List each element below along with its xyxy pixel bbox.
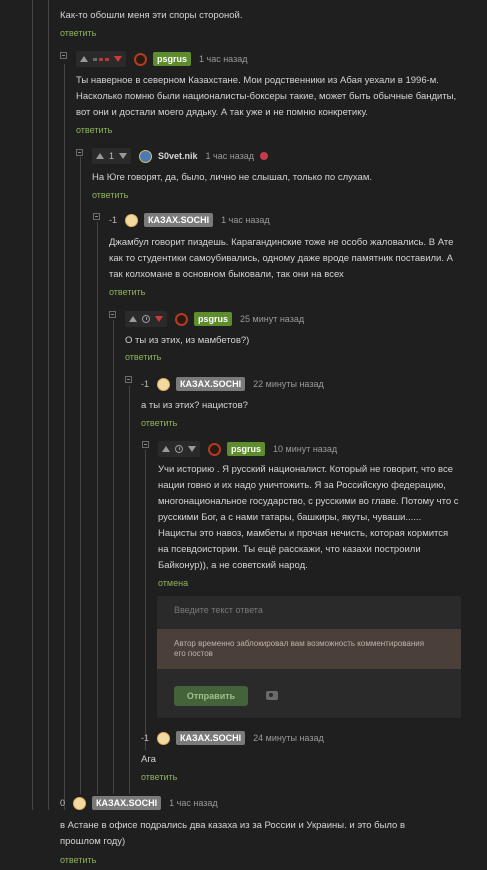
vote-widget [125, 311, 167, 327]
comment-header: psgrus 1 час назад [76, 51, 247, 67]
timestamp[interactable]: 25 минут назад [240, 314, 304, 324]
reply-form: Введите текст ответа Автор временно забл… [157, 596, 461, 718]
reply-link[interactable]: ответить [125, 352, 161, 362]
comment-text: Джамбул говорит пиздешь. Карагандинские … [109, 237, 454, 280]
timestamp[interactable]: 10 минут назад [273, 444, 337, 454]
comment-header: psgrus 10 минут назад [158, 441, 337, 457]
author-nick[interactable]: КАЗАХ.SOCHI [176, 731, 246, 745]
avatar[interactable] [73, 796, 87, 810]
clock-icon [142, 315, 150, 323]
upvote-icon[interactable] [162, 446, 170, 452]
reply-link[interactable]: ответить [92, 190, 128, 200]
downvote-icon[interactable] [119, 153, 128, 159]
timestamp[interactable]: 1 час назад [221, 215, 269, 225]
thread-line [129, 386, 130, 794]
thread-line [80, 157, 81, 794]
downvote-icon[interactable] [155, 316, 163, 322]
avatar[interactable] [175, 312, 188, 326]
timestamp[interactable]: 1 час назад [206, 151, 254, 161]
collapse-toggle[interactable] [60, 52, 67, 59]
author-nick[interactable]: КАЗАХ.SOCHI [144, 213, 214, 227]
comment-text: Ты наверное в северном Казахстане. Мои р… [76, 75, 457, 118]
rating-score: 1 [109, 151, 115, 161]
author-nick[interactable]: КАЗАХ.SOCHI [92, 796, 162, 810]
reply-link[interactable]: ответить [60, 28, 96, 38]
vote-widget [76, 51, 126, 67]
collapse-toggle[interactable] [109, 311, 116, 318]
reply-link[interactable]: ответить [141, 418, 177, 428]
clock-icon [175, 445, 183, 453]
thread-line [97, 222, 98, 794]
rating-score: -1 [109, 215, 118, 225]
thread-line [145, 450, 146, 750]
reply-link[interactable]: ответить [76, 125, 112, 135]
collapse-toggle[interactable] [125, 376, 132, 383]
reply-link[interactable]: ответить [109, 287, 145, 297]
vote-widget: 1 [92, 148, 132, 164]
thread-line [48, 0, 49, 810]
upvote-icon[interactable] [80, 56, 88, 62]
avatar[interactable] [139, 149, 153, 163]
rating-score: 0 [60, 798, 66, 808]
comment-header: psgrus 25 минут назад [125, 311, 304, 327]
timestamp[interactable]: 1 час назад [169, 798, 217, 808]
reply-input[interactable]: Введите текст ответа [174, 605, 263, 615]
comment-text: а ты из этих? нацистов? [141, 400, 248, 411]
avatar[interactable] [157, 731, 171, 745]
comment-header: -1 КАЗАХ.SOCHI 1 час назад [109, 212, 270, 228]
thread-line [64, 64, 65, 810]
reply-link[interactable]: ответить [141, 772, 177, 782]
comment-header: -1 КАЗАХ.SOCHI 22 минуты назад [141, 376, 324, 392]
timestamp[interactable]: 1 час назад [199, 54, 247, 64]
comment-header: 1 S0vet.nik 1 час назад [92, 148, 269, 164]
timestamp[interactable]: 24 минуты назад [253, 733, 324, 743]
thread-line [113, 320, 114, 794]
author-nick[interactable]: psgrus [227, 442, 266, 456]
timestamp[interactable]: 22 минуты назад [253, 379, 324, 389]
author-nick[interactable]: psgrus [153, 52, 192, 66]
cancel-reply-link[interactable]: отмена [158, 578, 188, 588]
vote-widget [158, 441, 200, 457]
award-icon [260, 152, 269, 160]
avatar[interactable] [208, 442, 221, 456]
send-button[interactable]: Отправить [174, 686, 248, 706]
author-nick[interactable]: S0vet.nik [158, 150, 198, 162]
comment-text: в Астане в офисе подрались два казаха из… [60, 820, 406, 847]
avatar[interactable] [157, 377, 171, 391]
comment-header: 0 КАЗАХ.SOCHI 1 час назад [60, 795, 218, 811]
camera-icon[interactable] [266, 691, 278, 700]
blocked-notice: Автор временно заблокировал вам возможно… [157, 629, 461, 669]
downvote-icon[interactable] [114, 56, 122, 62]
comment-text: На Юге говорят, да, было, лично не слыша… [92, 172, 372, 183]
author-nick[interactable]: КАЗАХ.SOCHI [176, 377, 246, 391]
avatar[interactable] [134, 52, 147, 66]
comment-text: Как-то обошли меня эти споры стороной. [60, 10, 243, 21]
comment-text: Ага [141, 754, 156, 765]
collapse-toggle[interactable] [142, 441, 149, 448]
rating-score: -1 [141, 733, 150, 743]
comment-text: О ты из этих, из мамбетов?) [125, 335, 250, 346]
comment-header: -1 КАЗАХ.SOCHI 24 минуты назад [141, 730, 324, 746]
reply-link[interactable]: ответить [60, 855, 96, 865]
upvote-icon[interactable] [129, 316, 137, 322]
avatar[interactable] [125, 213, 139, 227]
thread-line [32, 0, 33, 810]
rating-bar-icon [93, 57, 109, 61]
downvote-icon[interactable] [188, 446, 196, 452]
collapse-toggle[interactable] [76, 149, 83, 156]
collapse-toggle[interactable] [93, 213, 100, 220]
rating-score: -1 [141, 379, 150, 389]
author-nick[interactable]: psgrus [194, 312, 233, 326]
comment-text: Учи историю . Я русский националист. Кот… [158, 464, 459, 571]
upvote-icon[interactable] [96, 153, 104, 159]
